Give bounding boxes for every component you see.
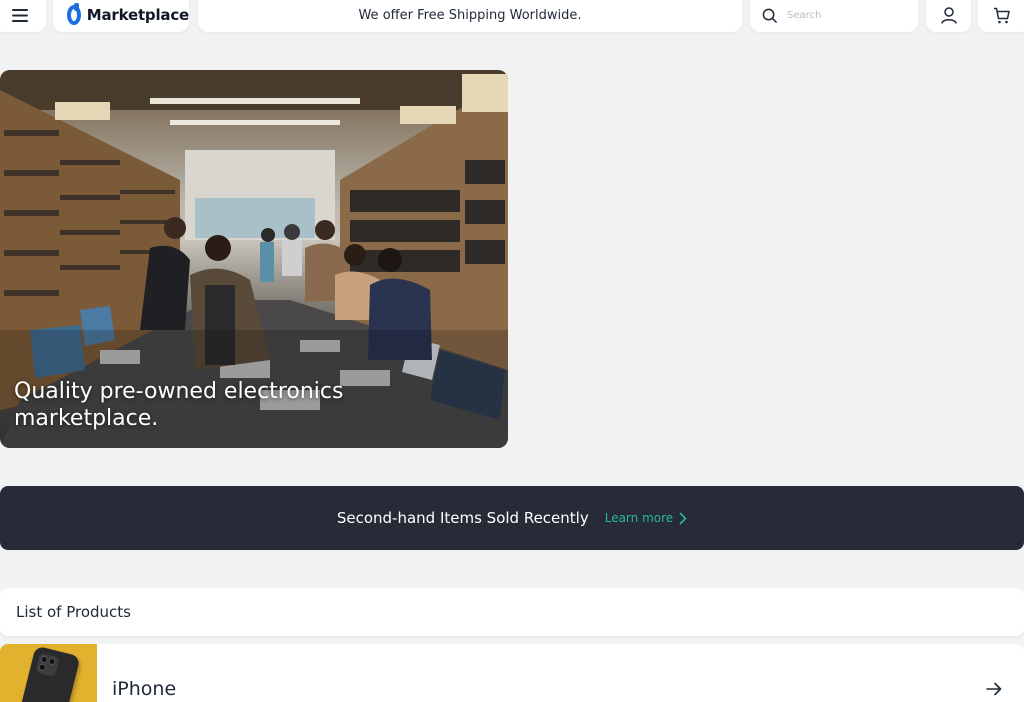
recent-sales-banner: Second-hand Items Sold Recently Learn mo… [0, 486, 1024, 550]
banner-text: Second-hand Items Sold Recently [336, 509, 589, 527]
hamburger-icon [12, 8, 28, 22]
hero-title: Quality pre-owned electronics marketplac… [14, 379, 344, 431]
learn-more-label: Learn more [604, 511, 674, 525]
search-icon [762, 8, 777, 23]
product-thumbnail [0, 644, 97, 702]
products-heading: List of Products [16, 603, 131, 621]
menu-button[interactable] [0, 0, 46, 32]
product-row[interactable]: iPhone [0, 644, 1024, 702]
logo-text: Marketplace [86, 6, 189, 24]
arrow-right-icon[interactable] [986, 682, 1002, 696]
promo-bar: We offer Free Shipping Worldwide. [198, 0, 742, 32]
products-list-header: List of Products [0, 588, 1024, 636]
logo-icon [67, 3, 81, 25]
search-input[interactable] [787, 9, 897, 21]
user-icon [940, 6, 957, 24]
cart-button[interactable] [978, 0, 1024, 32]
iphone-image [17, 645, 81, 702]
chevron-right-icon [679, 512, 687, 524]
promo-text: We offer Free Shipping Worldwide. [358, 7, 582, 23]
logo[interactable]: Marketplace [53, 0, 189, 32]
hero-banner[interactable]: Quality pre-owned electronics marketplac… [0, 70, 508, 448]
search-box[interactable] [750, 0, 918, 32]
account-button[interactable] [926, 0, 971, 32]
learn-more-link[interactable]: Learn more [605, 511, 687, 525]
cart-icon [993, 7, 1010, 23]
product-name: iPhone [112, 678, 177, 700]
